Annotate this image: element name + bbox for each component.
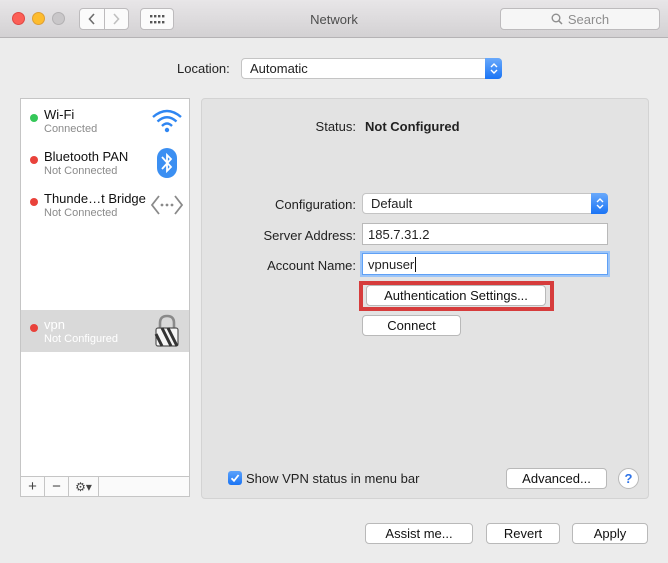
search-icon [551, 13, 563, 25]
popup-arrows-icon [591, 193, 608, 214]
service-name: Bluetooth PAN [44, 149, 129, 164]
title-bar: Network Search [0, 0, 668, 38]
thunderbolt-bridge-icon [150, 188, 184, 222]
vpn-lock-icon [150, 314, 184, 348]
help-button[interactable]: ? [618, 468, 639, 489]
search-field[interactable]: Search [500, 8, 660, 30]
search-placeholder: Search [567, 11, 610, 27]
show-vpn-status-label: Show VPN status in menu bar [246, 471, 420, 486]
status-dot [30, 156, 38, 164]
remove-service-button[interactable]: − [45, 477, 69, 496]
service-name: Thunde…t Bridge [44, 191, 146, 206]
checkmark-icon [230, 474, 240, 483]
service-status: Not Connected [44, 165, 118, 177]
server-address-value: 185.7.31.2 [368, 226, 430, 242]
service-status: Not Connected [44, 207, 118, 219]
service-status: Connected [44, 123, 98, 135]
account-name-value: vpnuser [368, 256, 415, 272]
wifi-icon [150, 104, 184, 138]
configuration-label: Configuration: [275, 197, 356, 212]
service-list: Wi-Fi Connected Bluetooth PAN Not Connec… [20, 98, 190, 497]
assist-me-button[interactable]: Assist me... [365, 523, 473, 544]
server-address-field[interactable]: 185.7.31.2 [362, 223, 608, 245]
service-actions-button[interactable]: ⚙▾ [69, 477, 99, 496]
service-item-bluetooth-pan[interactable]: Bluetooth PAN Not Connected [21, 142, 189, 184]
connect-button[interactable]: Connect [362, 315, 461, 336]
status-label: Status: [315, 119, 356, 134]
status-value: Not Configured [365, 119, 460, 134]
service-name: Wi-Fi [44, 107, 75, 122]
account-name-field[interactable]: vpnuser [362, 253, 608, 275]
text-cursor [415, 256, 417, 272]
authentication-settings-button[interactable]: Authentication Settings... [366, 285, 546, 306]
account-name-label: Account Name: [267, 258, 356, 273]
status-dot [30, 324, 38, 332]
service-item-vpn[interactable]: vpn Not Configured [21, 310, 189, 352]
status-dot [30, 114, 38, 122]
show-vpn-status-checkbox[interactable] [228, 471, 242, 485]
server-address-label: Server Address: [263, 228, 357, 243]
add-service-button[interactable]: + [21, 477, 45, 496]
service-status: Not Configured [44, 333, 118, 345]
bluetooth-icon [150, 146, 184, 180]
popup-arrows-icon [485, 58, 502, 79]
advanced-button[interactable]: Advanced... [506, 468, 607, 489]
status-dot [30, 198, 38, 206]
revert-button[interactable]: Revert [486, 523, 560, 544]
configuration-value: Default [371, 196, 413, 211]
apply-button[interactable]: Apply [572, 523, 648, 544]
location-popup[interactable]: Automatic [241, 58, 502, 79]
service-item-wifi[interactable]: Wi-Fi Connected [21, 100, 189, 142]
location-label: Location: [177, 61, 230, 76]
service-item-thunderbolt-bridge[interactable]: Thunde…t Bridge Not Connected [21, 184, 189, 226]
service-list-toolbar: + − ⚙▾ [21, 476, 189, 496]
service-name: vpn [44, 317, 65, 332]
location-value: Automatic [250, 61, 308, 76]
configuration-popup[interactable]: Default [362, 193, 608, 214]
